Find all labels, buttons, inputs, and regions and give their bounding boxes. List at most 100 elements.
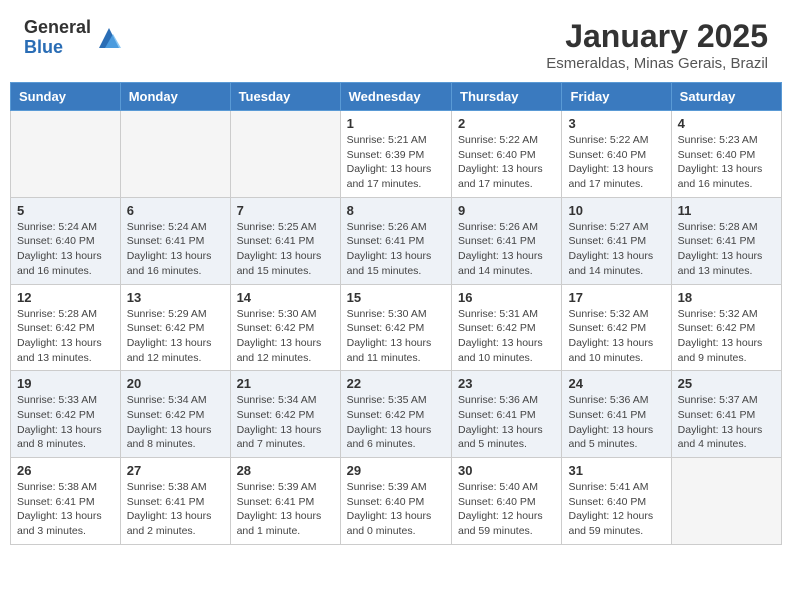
day-number: 19: [17, 376, 114, 391]
day-info: Sunrise: 5:40 AMSunset: 6:40 PMDaylight:…: [458, 480, 555, 539]
day-info: Sunrise: 5:33 AMSunset: 6:42 PMDaylight:…: [17, 393, 114, 452]
table-row: 11 Sunrise: 5:28 AMSunset: 6:41 PMDayligh…: [671, 197, 781, 284]
day-info: Sunrise: 5:28 AMSunset: 6:41 PMDaylight:…: [678, 220, 775, 279]
logo-text: General Blue: [24, 18, 91, 58]
col-sunday: Sunday: [11, 83, 121, 111]
day-number: 31: [568, 463, 664, 478]
day-info: Sunrise: 5:30 AMSunset: 6:42 PMDaylight:…: [237, 307, 334, 366]
table-row: 25Sunrise: 5:37 AMSunset: 6:41 PMDayligh…: [671, 371, 781, 458]
logo-blue: Blue: [24, 38, 91, 58]
day-number: 2: [458, 116, 555, 131]
day-number: 22: [347, 376, 445, 391]
day-number: 5: [17, 203, 114, 218]
day-number: 23: [458, 376, 555, 391]
day-number: 7: [237, 203, 334, 218]
table-row: 15 Sunrise: 5:30 AMSunset: 6:42 PMDayligh…: [340, 284, 451, 371]
day-number: 25: [678, 376, 775, 391]
table-row: 16 Sunrise: 5:31 AMSunset: 6:42 PMDayligh…: [452, 284, 562, 371]
day-info: Sunrise: 5:32 AMSunset: 6:42 PMDaylight:…: [678, 307, 775, 366]
day-info: Sunrise: 5:34 AMSunset: 6:42 PMDaylight:…: [127, 393, 224, 452]
day-number: 16: [458, 290, 555, 305]
table-row: 24 Sunrise: 5:36 AMSunset: 6:41 PMDayligh…: [562, 371, 671, 458]
day-number: 3: [568, 116, 664, 131]
logo-icon: [95, 24, 123, 52]
calendar-week-row: 19 Sunrise: 5:33 AMSunset: 6:42 PMDayligh…: [11, 371, 782, 458]
calendar-header-row: Sunday Monday Tuesday Wednesday Thursday…: [11, 83, 782, 111]
day-info: Sunrise: 5:22 AMSunset: 6:40 PMDaylight:…: [458, 133, 555, 192]
day-info: Sunrise: 5:39 AMSunset: 6:41 PMDaylight:…: [237, 480, 334, 539]
title-block: January 2025 Esmeraldas, Minas Gerais, B…: [546, 18, 768, 72]
day-info: Sunrise: 5:27 AMSunset: 6:41 PMDaylight:…: [568, 220, 664, 279]
day-number: 15: [347, 290, 445, 305]
day-info: Sunrise: 5:24 AMSunset: 6:41 PMDaylight:…: [127, 220, 224, 279]
col-wednesday: Wednesday: [340, 83, 451, 111]
table-row: 30 Sunrise: 5:40 AMSunset: 6:40 PMDayligh…: [452, 458, 562, 545]
table-row: 22 Sunrise: 5:35 AMSunset: 6:42 PMDayligh…: [340, 371, 451, 458]
table-row: 13 Sunrise: 5:29 AMSunset: 6:42 PMDayligh…: [120, 284, 230, 371]
table-row: [11, 111, 121, 198]
day-number: 12: [17, 290, 114, 305]
day-number: 29: [347, 463, 445, 478]
day-number: 20: [127, 376, 224, 391]
table-row: 10 Sunrise: 5:27 AMSunset: 6:41 PMDayligh…: [562, 197, 671, 284]
table-row: 3 Sunrise: 5:22 AMSunset: 6:40 PMDaylight…: [562, 111, 671, 198]
col-monday: Monday: [120, 83, 230, 111]
day-info: Sunrise: 5:21 AMSunset: 6:39 PMDaylight:…: [347, 133, 445, 192]
table-row: [230, 111, 340, 198]
day-info: Sunrise: 5:30 AMSunset: 6:42 PMDaylight:…: [347, 307, 445, 366]
day-number: 24: [568, 376, 664, 391]
day-number: 1: [347, 116, 445, 131]
day-number: 11: [678, 203, 775, 218]
day-number: 13: [127, 290, 224, 305]
table-row: 28Sunrise: 5:39 AMSunset: 6:41 PMDayligh…: [230, 458, 340, 545]
day-info: Sunrise: 5:28 AMSunset: 6:42 PMDaylight:…: [17, 307, 114, 366]
day-number: 10: [568, 203, 664, 218]
table-row: 12 Sunrise: 5:28 AMSunset: 6:42 PMDayligh…: [11, 284, 121, 371]
table-row: 18 Sunrise: 5:32 AMSunset: 6:42 PMDayligh…: [671, 284, 781, 371]
table-row: 14Sunrise: 5:30 AMSunset: 6:42 PMDayligh…: [230, 284, 340, 371]
day-info: Sunrise: 5:23 AMSunset: 6:40 PMDaylight:…: [678, 133, 775, 192]
day-number: 8: [347, 203, 445, 218]
col-friday: Friday: [562, 83, 671, 111]
table-row: 17 Sunrise: 5:32 AMSunset: 6:42 PMDayligh…: [562, 284, 671, 371]
day-number: 9: [458, 203, 555, 218]
table-row: 2 Sunrise: 5:22 AMSunset: 6:40 PMDaylight…: [452, 111, 562, 198]
calendar-week-row: 1 Sunrise: 5:21 AMSunset: 6:39 PMDaylight…: [11, 111, 782, 198]
day-number: 18: [678, 290, 775, 305]
table-row: 8 Sunrise: 5:26 AMSunset: 6:41 PMDaylight…: [340, 197, 451, 284]
table-row: 1 Sunrise: 5:21 AMSunset: 6:39 PMDaylight…: [340, 111, 451, 198]
table-row: 27Sunrise: 5:38 AMSunset: 6:41 PMDayligh…: [120, 458, 230, 545]
table-row: [120, 111, 230, 198]
day-info: Sunrise: 5:36 AMSunset: 6:41 PMDaylight:…: [568, 393, 664, 452]
month-title: January 2025: [546, 18, 768, 55]
table-row: [671, 458, 781, 545]
day-number: 27: [127, 463, 224, 478]
day-info: Sunrise: 5:38 AMSunset: 6:41 PMDaylight:…: [17, 480, 114, 539]
day-number: 4: [678, 116, 775, 131]
calendar-week-row: 26 Sunrise: 5:38 AMSunset: 6:41 PMDayligh…: [11, 458, 782, 545]
day-number: 30: [458, 463, 555, 478]
table-row: 7 Sunrise: 5:25 AMSunset: 6:41 PMDaylight…: [230, 197, 340, 284]
day-info: Sunrise: 5:32 AMSunset: 6:42 PMDaylight:…: [568, 307, 664, 366]
table-row: 9 Sunrise: 5:26 AMSunset: 6:41 PMDaylight…: [452, 197, 562, 284]
table-row: 23Sunrise: 5:36 AMSunset: 6:41 PMDayligh…: [452, 371, 562, 458]
table-row: 6 Sunrise: 5:24 AMSunset: 6:41 PMDaylight…: [120, 197, 230, 284]
day-number: 17: [568, 290, 664, 305]
table-row: 29 Sunrise: 5:39 AMSunset: 6:40 PMDayligh…: [340, 458, 451, 545]
day-info: Sunrise: 5:25 AMSunset: 6:41 PMDaylight:…: [237, 220, 334, 279]
day-info: Sunrise: 5:35 AMSunset: 6:42 PMDaylight:…: [347, 393, 445, 452]
day-info: Sunrise: 5:31 AMSunset: 6:42 PMDaylight:…: [458, 307, 555, 366]
day-info: Sunrise: 5:22 AMSunset: 6:40 PMDaylight:…: [568, 133, 664, 192]
page-header: General Blue January 2025 Esmeraldas, Mi…: [0, 0, 792, 82]
day-number: 6: [127, 203, 224, 218]
day-number: 21: [237, 376, 334, 391]
day-info: Sunrise: 5:29 AMSunset: 6:42 PMDaylight:…: [127, 307, 224, 366]
calendar-table: Sunday Monday Tuesday Wednesday Thursday…: [10, 82, 782, 545]
day-info: Sunrise: 5:26 AMSunset: 6:41 PMDaylight:…: [347, 220, 445, 279]
day-info: Sunrise: 5:39 AMSunset: 6:40 PMDaylight:…: [347, 480, 445, 539]
day-info: Sunrise: 5:26 AMSunset: 6:41 PMDaylight:…: [458, 220, 555, 279]
day-info: Sunrise: 5:34 AMSunset: 6:42 PMDaylight:…: [237, 393, 334, 452]
day-info: Sunrise: 5:24 AMSunset: 6:40 PMDaylight:…: [17, 220, 114, 279]
table-row: 26 Sunrise: 5:38 AMSunset: 6:41 PMDayligh…: [11, 458, 121, 545]
day-number: 26: [17, 463, 114, 478]
